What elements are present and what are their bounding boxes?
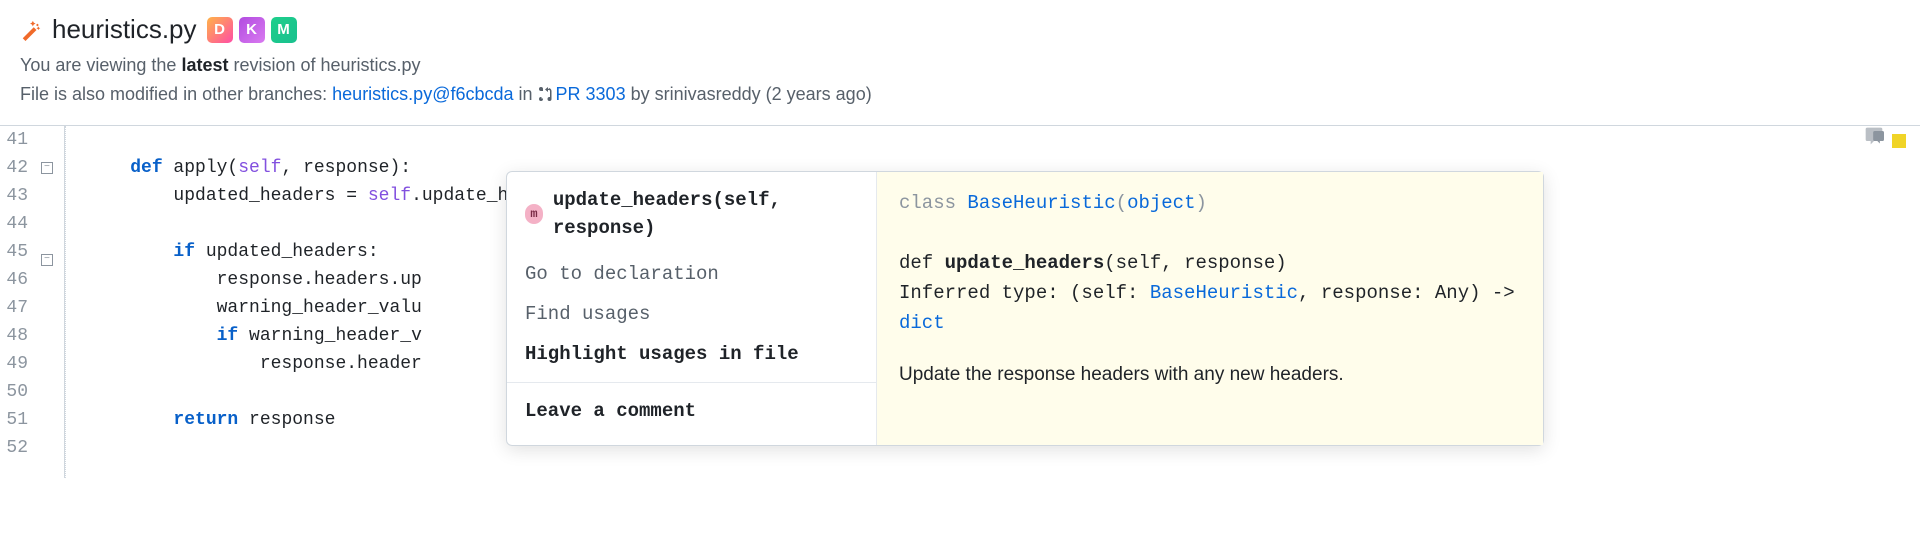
doc-inferred-class[interactable]: BaseHeuristic: [1150, 282, 1298, 304]
branch-by: by srinivasreddy (2 years ago): [626, 84, 872, 104]
branch-link[interactable]: heuristics.py@f6cbcda: [332, 84, 513, 104]
doc-def-params: (self, response): [1104, 252, 1286, 274]
doc-inferred-mid: , response: Any) ->: [1298, 282, 1515, 304]
popup-actions: m update_headers(self, response) Go to d…: [507, 172, 877, 445]
comment-icon[interactable]: [1864, 126, 1884, 156]
action-separator: [507, 382, 876, 383]
line-number: 52: [0, 434, 28, 462]
revision-bold: latest: [181, 55, 228, 75]
method-badge-icon: m: [525, 204, 543, 224]
doc-class-decl: class BaseHeuristic(object): [899, 188, 1521, 218]
doc-class-name[interactable]: BaseHeuristic: [967, 192, 1115, 214]
file-header: heuristics.py D K M You are viewing the …: [0, 0, 1920, 126]
fold-column: −−: [34, 126, 60, 478]
branch-prefix: File is also modified in other branches:: [20, 84, 332, 104]
doc-close-paren: ): [1195, 192, 1206, 214]
doc-open-paren: (: [1116, 192, 1127, 214]
popup-signature: update_headers(self, response): [553, 186, 858, 242]
code-line[interactable]: [87, 126, 1920, 154]
line-numbers: 414243444546474849505152: [0, 126, 34, 478]
warning-marker[interactable]: [1892, 134, 1906, 148]
revision-line: You are viewing the latest revision of h…: [20, 55, 1900, 76]
revision-suffix: revision of heuristics.py: [228, 55, 420, 75]
line-number: 45: [0, 238, 28, 266]
popup-title: m update_headers(self, response): [507, 182, 876, 254]
revision-prefix: You are viewing the: [20, 55, 181, 75]
file-title: heuristics.py: [52, 14, 197, 45]
doc-description: Update the response headers with any new…: [899, 360, 1521, 390]
pr-icon: [538, 86, 554, 102]
doc-inferred-ret[interactable]: dict: [899, 312, 945, 334]
action-goto-declaration[interactable]: Go to declaration: [507, 254, 876, 294]
line-number: 48: [0, 322, 28, 350]
line-number: 50: [0, 378, 28, 406]
fold-toggle[interactable]: −: [41, 162, 53, 174]
badge-m[interactable]: M: [271, 17, 297, 43]
line-number: 43: [0, 182, 28, 210]
popup-doc: class BaseHeuristic(object) def update_h…: [877, 172, 1543, 445]
line-number: 47: [0, 294, 28, 322]
fold-toggle[interactable]: −: [41, 254, 53, 266]
doc-class-base[interactable]: object: [1127, 192, 1195, 214]
line-number: 42: [0, 154, 28, 182]
gutter: 414243444546474849505152 −−: [0, 126, 65, 478]
branch-in: in: [514, 84, 538, 104]
doc-def-line: def update_headers(self, response): [899, 248, 1521, 278]
doc-inferred-prefix: Inferred type: (self:: [899, 282, 1150, 304]
line-number: 41: [0, 126, 28, 154]
action-highlight-usages[interactable]: Highlight usages in file: [507, 334, 876, 374]
doc-def-name: update_headers: [945, 252, 1105, 274]
wand-icon: [20, 19, 42, 41]
badge-d[interactable]: D: [207, 17, 233, 43]
line-number: 51: [0, 406, 28, 434]
doc-class-kw: class: [899, 192, 967, 214]
symbol-popup: m update_headers(self, response) Go to d…: [506, 171, 1544, 446]
doc-def-kw: def: [899, 252, 945, 274]
user-badges: D K M: [207, 17, 297, 43]
line-number: 44: [0, 210, 28, 238]
badge-k[interactable]: K: [239, 17, 265, 43]
code-container: 414243444546474849505152 −− m update_hea…: [0, 126, 1920, 478]
line-number: 46: [0, 266, 28, 294]
doc-inferred-line: Inferred type: (self: BaseHeuristic, res…: [899, 278, 1521, 338]
code-body[interactable]: m update_headers(self, response) Go to d…: [73, 126, 1920, 478]
pr-link[interactable]: PR 3303: [556, 84, 626, 104]
title-row: heuristics.py D K M: [20, 14, 1900, 45]
action-leave-comment[interactable]: Leave a comment: [507, 391, 876, 431]
branch-line: File is also modified in other branches:…: [20, 84, 1900, 105]
right-markers: [1864, 126, 1906, 156]
line-number: 49: [0, 350, 28, 378]
action-find-usages[interactable]: Find usages: [507, 294, 876, 334]
